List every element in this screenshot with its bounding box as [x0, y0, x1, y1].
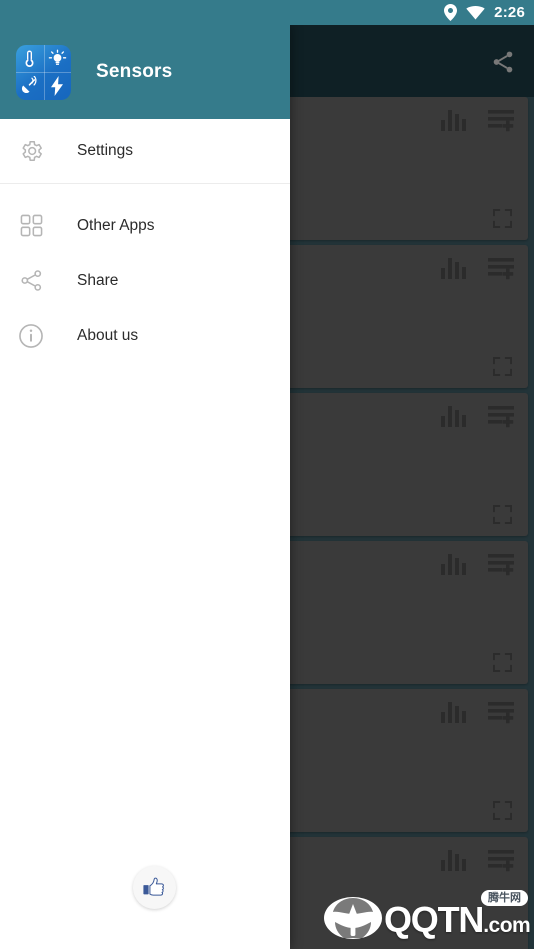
thumbs-up-icon: [141, 874, 168, 901]
drawer-item-label: About us: [77, 326, 139, 344]
drawer-group-secondary: Other Apps Share About us: [0, 184, 290, 371]
thermometer-icon: [16, 45, 44, 73]
lightbulb-icon: [44, 45, 72, 73]
thumbs-up-button[interactable]: [133, 866, 176, 909]
sensors-app-icon: [16, 44, 72, 100]
status-bar-clock: 2:26: [494, 4, 525, 21]
drawer-app-title: Sensors: [96, 61, 173, 82]
phone-screen: 2:26 Sensors Settings Other Apps Share A…: [0, 0, 534, 949]
navigation-drawer: Sensors Settings Other Apps Share About …: [0, 25, 290, 949]
drawer-header: Sensors: [0, 25, 290, 119]
drawer-item-share[interactable]: Share: [0, 253, 290, 308]
drawer-item-label: Share: [77, 271, 119, 289]
status-bar: 2:26: [0, 0, 534, 25]
wifi-icon: [466, 5, 485, 20]
location-pin-icon: [444, 4, 458, 21]
drawer-item-settings[interactable]: Settings: [0, 127, 290, 175]
drawer-group-primary: Settings: [0, 119, 290, 183]
radar-icon: [16, 72, 44, 100]
gear-icon: [16, 136, 46, 166]
drawer-item-about-us[interactable]: About us: [0, 308, 290, 363]
grid-apps-icon: [16, 211, 46, 241]
drawer-item-label: Settings: [77, 142, 134, 159]
info-circle-icon: [16, 321, 46, 351]
drawer-item-label: Other Apps: [77, 216, 155, 234]
lightning-bolt-icon: [44, 72, 72, 100]
drawer-item-other-apps[interactable]: Other Apps: [0, 198, 290, 253]
status-bar-right: 2:26: [444, 0, 525, 25]
share-icon: [16, 266, 46, 296]
